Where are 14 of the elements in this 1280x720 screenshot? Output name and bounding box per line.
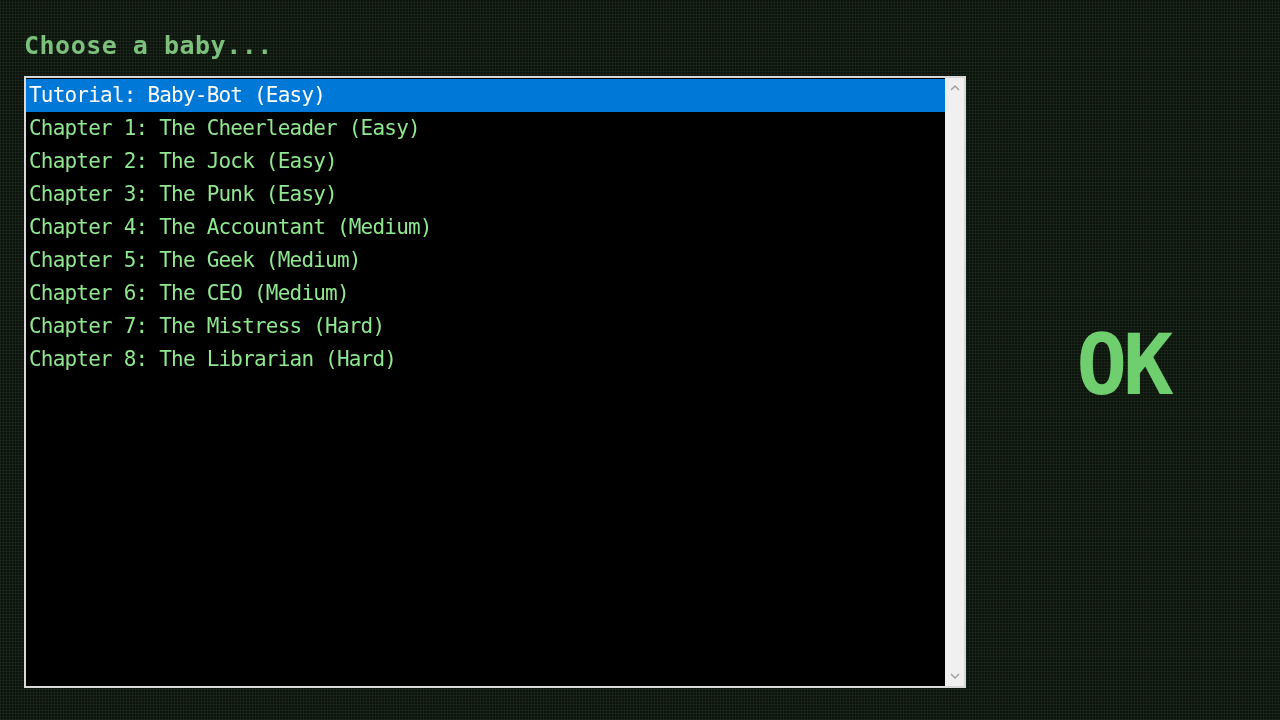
level-list-item[interactable]: Tutorial: Baby-Bot (Easy) (26, 79, 945, 112)
scroll-up-icon[interactable] (949, 84, 960, 91)
level-list-item[interactable]: Chapter 6: The CEO (Medium) (26, 277, 945, 310)
level-list-item[interactable]: Chapter 7: The Mistress (Hard) (26, 310, 945, 343)
level-list-item[interactable]: Chapter 5: The Geek (Medium) (26, 244, 945, 277)
level-list-item[interactable]: Chapter 8: The Librarian (Hard) (26, 343, 945, 376)
level-list-item[interactable]: Chapter 3: The Punk (Easy) (26, 178, 945, 211)
level-list-item[interactable]: Chapter 4: The Accountant (Medium) (26, 211, 945, 244)
prompt-heading: Choose a baby... (24, 30, 274, 62)
scrollbar[interactable] (945, 78, 964, 686)
scroll-down-icon[interactable] (949, 673, 960, 680)
level-list-item[interactable]: Chapter 1: The Cheerleader (Easy) (26, 112, 945, 145)
level-list-item[interactable]: Chapter 2: The Jock (Easy) (26, 145, 945, 178)
ok-button[interactable]: OK (1076, 323, 1170, 407)
